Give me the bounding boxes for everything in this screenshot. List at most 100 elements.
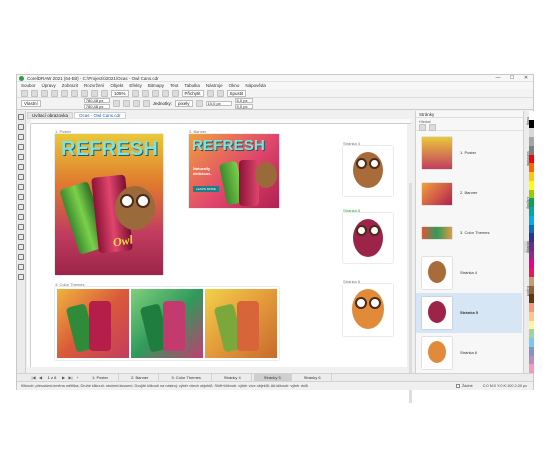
zoom-tool-icon[interactable] [18,144,24,150]
options-gear-icon[interactable] [206,89,214,97]
maximize-button[interactable]: ☐ [505,75,519,81]
transparency-tool-icon[interactable] [18,244,24,250]
import-icon[interactable] [81,89,88,97]
page-tab-2[interactable]: 2: Banner [121,374,160,381]
page-height-field[interactable]: 780,48 px [83,104,110,109]
palette-swatch[interactable] [529,276,534,286]
banner-artwork[interactable]: REFRESH Naturally delicious. LEARN MORE [189,134,279,208]
first-page-button[interactable]: |◀ [31,375,36,380]
palette-swatch[interactable] [529,250,534,260]
palette-swatch[interactable] [529,346,534,356]
palette-swatch[interactable] [529,285,534,295]
page-list-item-selected[interactable]: Stránka 5 [416,293,522,333]
palette-swatch[interactable] [529,180,534,190]
drawing-canvas[interactable]: 1. Poster REFRESH Owl 2. Banner REFRESH … [31,124,407,367]
print-icon[interactable] [51,89,58,97]
menu-help[interactable]: Nápověda [245,83,266,88]
text-tool-icon[interactable] [18,204,24,210]
palette-swatch[interactable] [529,207,534,216]
menu-view[interactable]: Zobrazit [62,83,78,88]
page-tab-1[interactable]: 1: Poster [82,374,120,381]
ellipse-tool-icon[interactable] [18,184,24,190]
parallel-dimension-icon[interactable] [18,214,24,220]
zoom-level-select[interactable]: 105% [111,89,129,97]
page-preset-select[interactable]: Vlastní [21,100,41,107]
tab-welcome-screen[interactable]: Uvítací obrazovka [27,112,74,119]
page-tab-4[interactable]: Stránky 4 [214,374,252,381]
menu-file[interactable]: Soubor [21,83,36,88]
portrait-icon[interactable] [112,100,120,107]
units-select[interactable]: pixely [175,100,193,107]
page-tab-6[interactable]: Stránky 6 [294,374,332,381]
snap-to-dropdown[interactable]: Přichytit [181,89,204,97]
full-screen-icon[interactable] [131,89,139,97]
undo-icon[interactable] [61,89,68,97]
page-list-item[interactable]: 2. Banner [416,173,522,213]
nudge-distance-field[interactable]: 10,0 px [205,101,232,106]
menu-table[interactable]: Tabulka [184,83,200,88]
palette-swatch[interactable] [529,224,534,234]
palette-swatch[interactable] [529,163,534,173]
artistic-media-icon[interactable] [18,164,24,170]
page-list-item[interactable]: Stránka 6 [416,333,522,373]
menu-effects[interactable]: Efekty [129,83,142,88]
palette-swatch[interactable] [529,172,534,181]
guidelines-icon[interactable] [161,89,169,97]
color-palette[interactable] [529,111,534,374]
next-page-button[interactable]: ▶ [61,375,66,380]
color-eyedropper-icon[interactable] [18,254,24,260]
page-list-item[interactable]: 3. Color Themes [416,213,522,253]
palette-swatch[interactable] [529,259,534,269]
redo-icon[interactable] [71,89,78,97]
page-list-item[interactable]: 1. Poster [416,133,522,173]
palette-swatch[interactable] [529,329,534,339]
page-width-field[interactable]: 780,48 px [83,98,110,103]
menu-object[interactable]: Objekt [110,83,123,88]
palette-swatch[interactable] [529,215,534,225]
palette-swatch[interactable] [529,355,534,365]
publish-pdf-icon[interactable] [101,89,108,97]
current-page-icon[interactable] [142,100,150,107]
palette-swatch[interactable] [529,189,534,199]
freehand-tool-icon[interactable] [18,154,24,160]
close-button[interactable]: ✕ [519,75,533,81]
alignment-guides-icon[interactable] [171,89,179,97]
duplicate-y-field[interactable]: 5,0 px [234,104,253,109]
page-6-owl[interactable] [343,284,393,336]
menu-layout[interactable]: Rozvržení [84,83,104,88]
page-4-owl[interactable] [343,146,393,196]
vertical-scrollbar[interactable] [409,183,412,403]
palette-swatch[interactable] [529,154,534,164]
palette-swatch[interactable] [529,119,534,129]
landscape-icon[interactable] [122,100,130,107]
palette-swatch[interactable] [529,364,534,374]
pick-tool-icon[interactable] [18,114,24,120]
palette-swatch[interactable] [529,137,534,146]
last-page-button[interactable]: ▶| [68,375,73,380]
outline-value[interactable]: C:0 M:0 Y:0 K:100 2,00 px [483,384,527,388]
duplicate-page-icon[interactable] [429,123,436,131]
palette-swatch[interactable] [529,128,534,138]
page-5-owl[interactable] [343,213,393,263]
menu-edit[interactable]: Úpravy [42,83,56,88]
menu-text[interactable]: Text [170,83,178,88]
connector-tool-icon[interactable] [18,224,24,230]
palette-swatch[interactable] [529,311,534,321]
all-pages-icon[interactable] [132,100,140,107]
interactive-fill-icon[interactable] [18,264,24,270]
color-themes-artwork[interactable] [55,287,279,360]
rectangle-tool-icon[interactable] [18,174,24,180]
grid-icon[interactable] [151,89,159,97]
export-icon[interactable] [91,89,98,97]
rulers-icon[interactable] [141,89,149,97]
page-tab-5[interactable]: Stránky 5 [253,374,292,381]
drop-shadow-icon[interactable] [18,234,24,240]
menu-bitmaps[interactable]: Bitmapy [148,83,164,88]
application-launcher-icon[interactable] [216,89,224,97]
minimize-button[interactable]: — [491,75,505,81]
poster-artwork[interactable]: REFRESH Owl [55,134,163,275]
menu-tools[interactable]: Nástroje [206,83,223,88]
palette-swatch[interactable] [529,294,534,304]
palette-swatch[interactable] [529,338,534,347]
palette-swatch[interactable] [529,242,534,251]
